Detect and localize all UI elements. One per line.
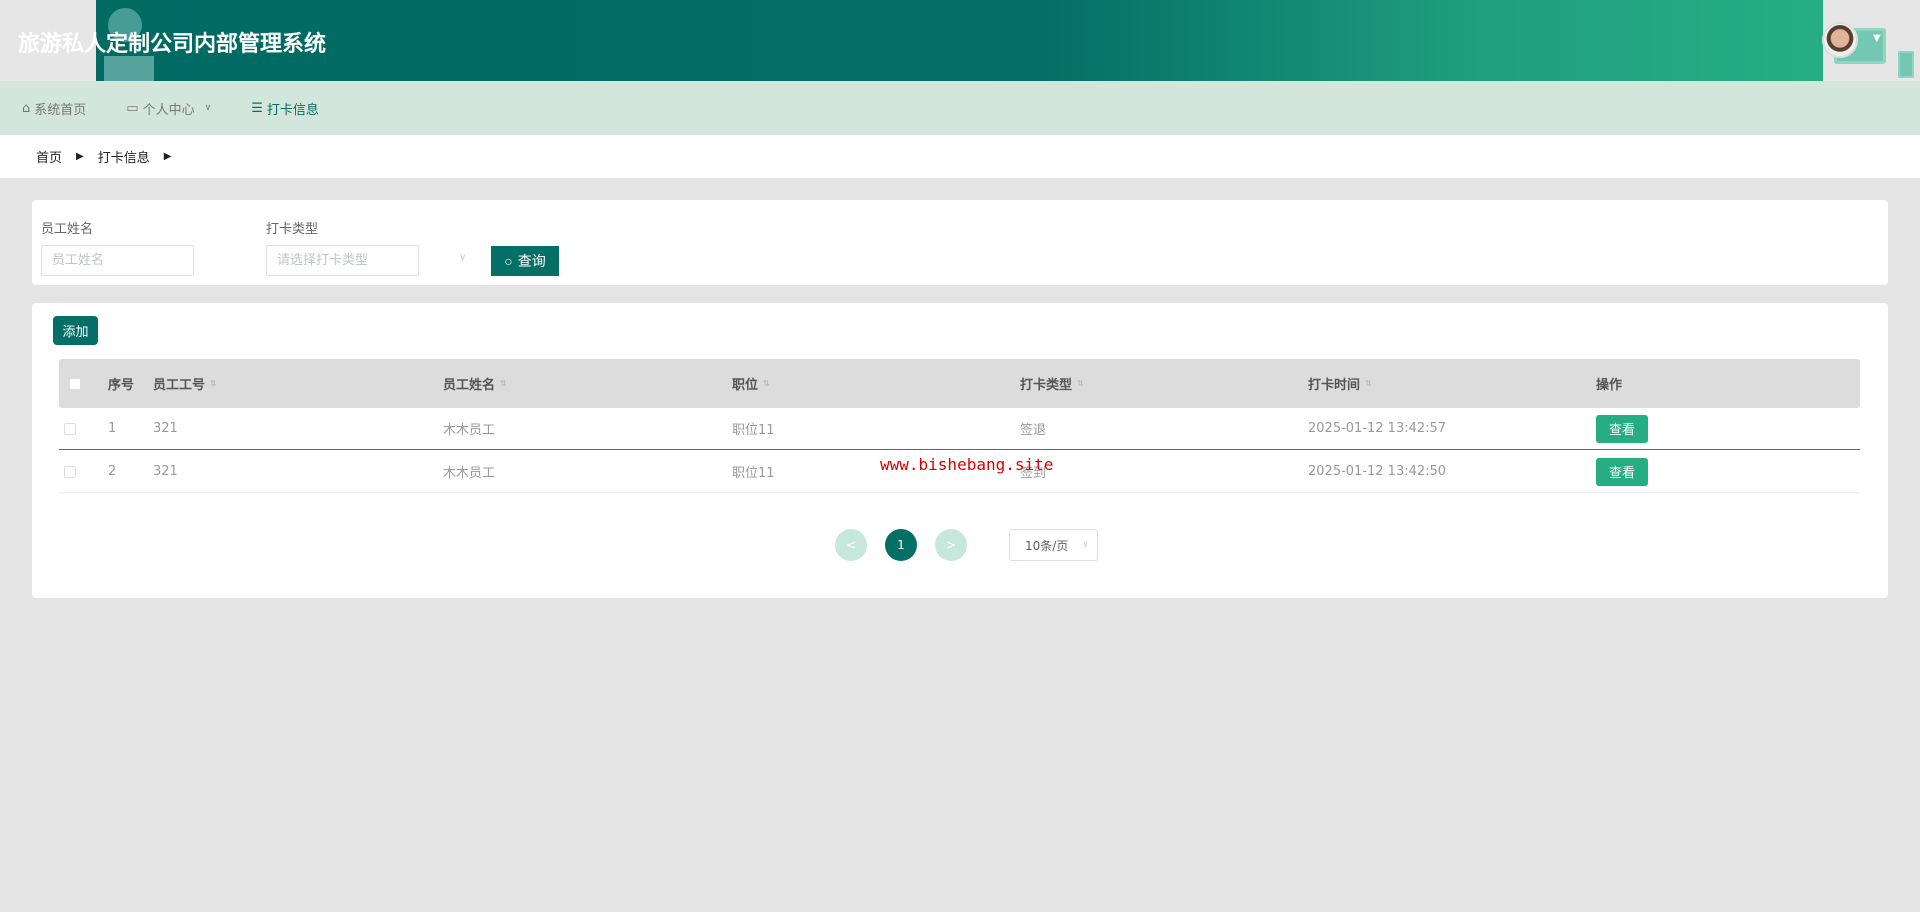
col-label: 打卡时间 bbox=[1308, 378, 1361, 393]
type-select[interactable]: 请选择打卡类型 bbox=[266, 245, 419, 276]
chevron-down-icon: ∨ bbox=[204, 103, 212, 113]
row-checkbox[interactable] bbox=[64, 465, 76, 478]
query-button[interactable]: ○ 查询 bbox=[491, 246, 559, 276]
nav-label: 个人中心 bbox=[142, 102, 195, 118]
search-icon: ○ bbox=[504, 253, 513, 269]
laptop-illustration-icon bbox=[104, 56, 154, 81]
menu-icon: ☰ bbox=[251, 100, 263, 116]
avatar[interactable] bbox=[1822, 22, 1858, 58]
nav-item-profile[interactable]: ▭ 个人中心 ∨ bbox=[126, 99, 211, 118]
breadcrumb-home[interactable]: 首页 bbox=[36, 147, 62, 166]
cell-index: 1 bbox=[108, 421, 117, 436]
col-action: 操作 bbox=[1596, 378, 1623, 393]
col-index: 序号 bbox=[108, 378, 135, 393]
sort-icon[interactable]: ⇅ bbox=[500, 379, 507, 388]
top-nav: ⌂ 系统首页 ▭ 个人中心 ∨ ☰ 打卡信息 bbox=[0, 81, 1920, 135]
nav-label: 打卡信息 bbox=[266, 102, 319, 118]
sort-icon[interactable]: ⇅ bbox=[763, 379, 770, 388]
table-row: 1 321 木木员工 职位11 签退 2025-01-12 13:42:57 查… bbox=[59, 408, 1860, 450]
cell-name: 木木员工 bbox=[443, 466, 496, 481]
chevron-right-icon: ▶ bbox=[76, 151, 84, 162]
col-name[interactable]: 员工姓名 ⇅ bbox=[443, 359, 507, 408]
col-position[interactable]: 职位 ⇅ bbox=[732, 359, 770, 408]
next-page-button[interactable]: > bbox=[935, 529, 967, 561]
page-size-select[interactable]: 10条/页 ∨ bbox=[1009, 529, 1098, 561]
header-banner bbox=[96, 0, 1914, 81]
sort-icon[interactable]: ⇅ bbox=[1365, 379, 1372, 388]
col-label: 员工姓名 bbox=[443, 378, 496, 393]
col-label: 员工工号 bbox=[153, 378, 206, 393]
chevron-down-icon: ∨ bbox=[459, 252, 467, 263]
sort-icon[interactable]: ⇅ bbox=[1077, 379, 1084, 388]
chevron-right-icon: ▶ bbox=[163, 151, 172, 162]
search-panel: 员工姓名 员工姓名 打卡类型 请选择打卡类型 ∨ ○ 查询 bbox=[32, 200, 1888, 285]
table-panel: 添加 序号 员工工号 ⇅ 员工姓名 ⇅ 职位 ⇅ 打卡类型 ⇅ 打卡时间 ⇅ 操作 1 3… bbox=[32, 303, 1888, 598]
cell-type: 签退 bbox=[1020, 423, 1047, 438]
breadcrumb-current: 打卡信息 bbox=[97, 151, 150, 166]
col-emp-no[interactable]: 员工工号 ⇅ bbox=[153, 359, 217, 408]
cell-index: 2 bbox=[108, 464, 117, 479]
cell-time: 2025-01-12 13:42:50 bbox=[1308, 464, 1447, 479]
nav-item-checkin[interactable]: ☰ 打卡信息 bbox=[251, 99, 319, 118]
header: 旅游私人定制公司内部管理系统 ▼ bbox=[0, 0, 1920, 81]
add-button[interactable]: 添加 bbox=[53, 316, 98, 345]
col-label: 打卡类型 bbox=[1020, 378, 1073, 393]
chevron-down-icon: ∨ bbox=[1082, 540, 1089, 550]
page-size-label: 10条/页 bbox=[1025, 538, 1069, 553]
cell-emp-no: 321 bbox=[153, 421, 178, 436]
name-label: 员工姓名 bbox=[41, 222, 94, 237]
type-label: 打卡类型 bbox=[266, 222, 319, 237]
col-time[interactable]: 打卡时间 ⇅ bbox=[1308, 359, 1372, 408]
breadcrumb: 首页 ▶ 打卡信息 ▶ bbox=[0, 135, 1920, 178]
nav-label: 系统首页 bbox=[34, 102, 87, 118]
view-button[interactable]: 查看 bbox=[1596, 414, 1648, 443]
view-button[interactable]: 查看 bbox=[1596, 457, 1648, 486]
cell-position: 职位11 bbox=[732, 466, 775, 481]
cell-position: 职位11 bbox=[732, 423, 775, 438]
table-header: 序号 员工工号 ⇅ 员工姓名 ⇅ 职位 ⇅ 打卡类型 ⇅ 打卡时间 ⇅ 操作 bbox=[59, 359, 1860, 408]
query-label: 查询 bbox=[517, 253, 546, 269]
caret-down-icon[interactable]: ▼ bbox=[1873, 33, 1881, 44]
col-label: 职位 bbox=[732, 378, 759, 393]
col-type[interactable]: 打卡类型 ⇅ bbox=[1020, 359, 1084, 408]
cell-name: 木木员工 bbox=[443, 423, 496, 438]
sort-icon[interactable]: ⇅ bbox=[210, 379, 217, 388]
page-1-button[interactable]: 1 bbox=[885, 529, 917, 561]
cell-emp-no: 321 bbox=[153, 464, 178, 479]
card-icon: ▭ bbox=[126, 100, 139, 116]
name-input[interactable]: 员工姓名 bbox=[41, 245, 194, 276]
app-title: 旅游私人定制公司内部管理系统 bbox=[18, 32, 327, 57]
prev-page-button[interactable]: < bbox=[835, 529, 867, 561]
watermark: www.bishebang.site bbox=[880, 455, 1054, 474]
row-checkbox[interactable] bbox=[64, 422, 76, 435]
phone-illustration-icon bbox=[1898, 51, 1914, 78]
select-all-checkbox[interactable] bbox=[69, 377, 81, 390]
cell-time: 2025-01-12 13:42:57 bbox=[1308, 421, 1447, 436]
nav-item-home[interactable]: ⌂ 系统首页 bbox=[22, 99, 86, 118]
home-icon: ⌂ bbox=[22, 100, 31, 116]
